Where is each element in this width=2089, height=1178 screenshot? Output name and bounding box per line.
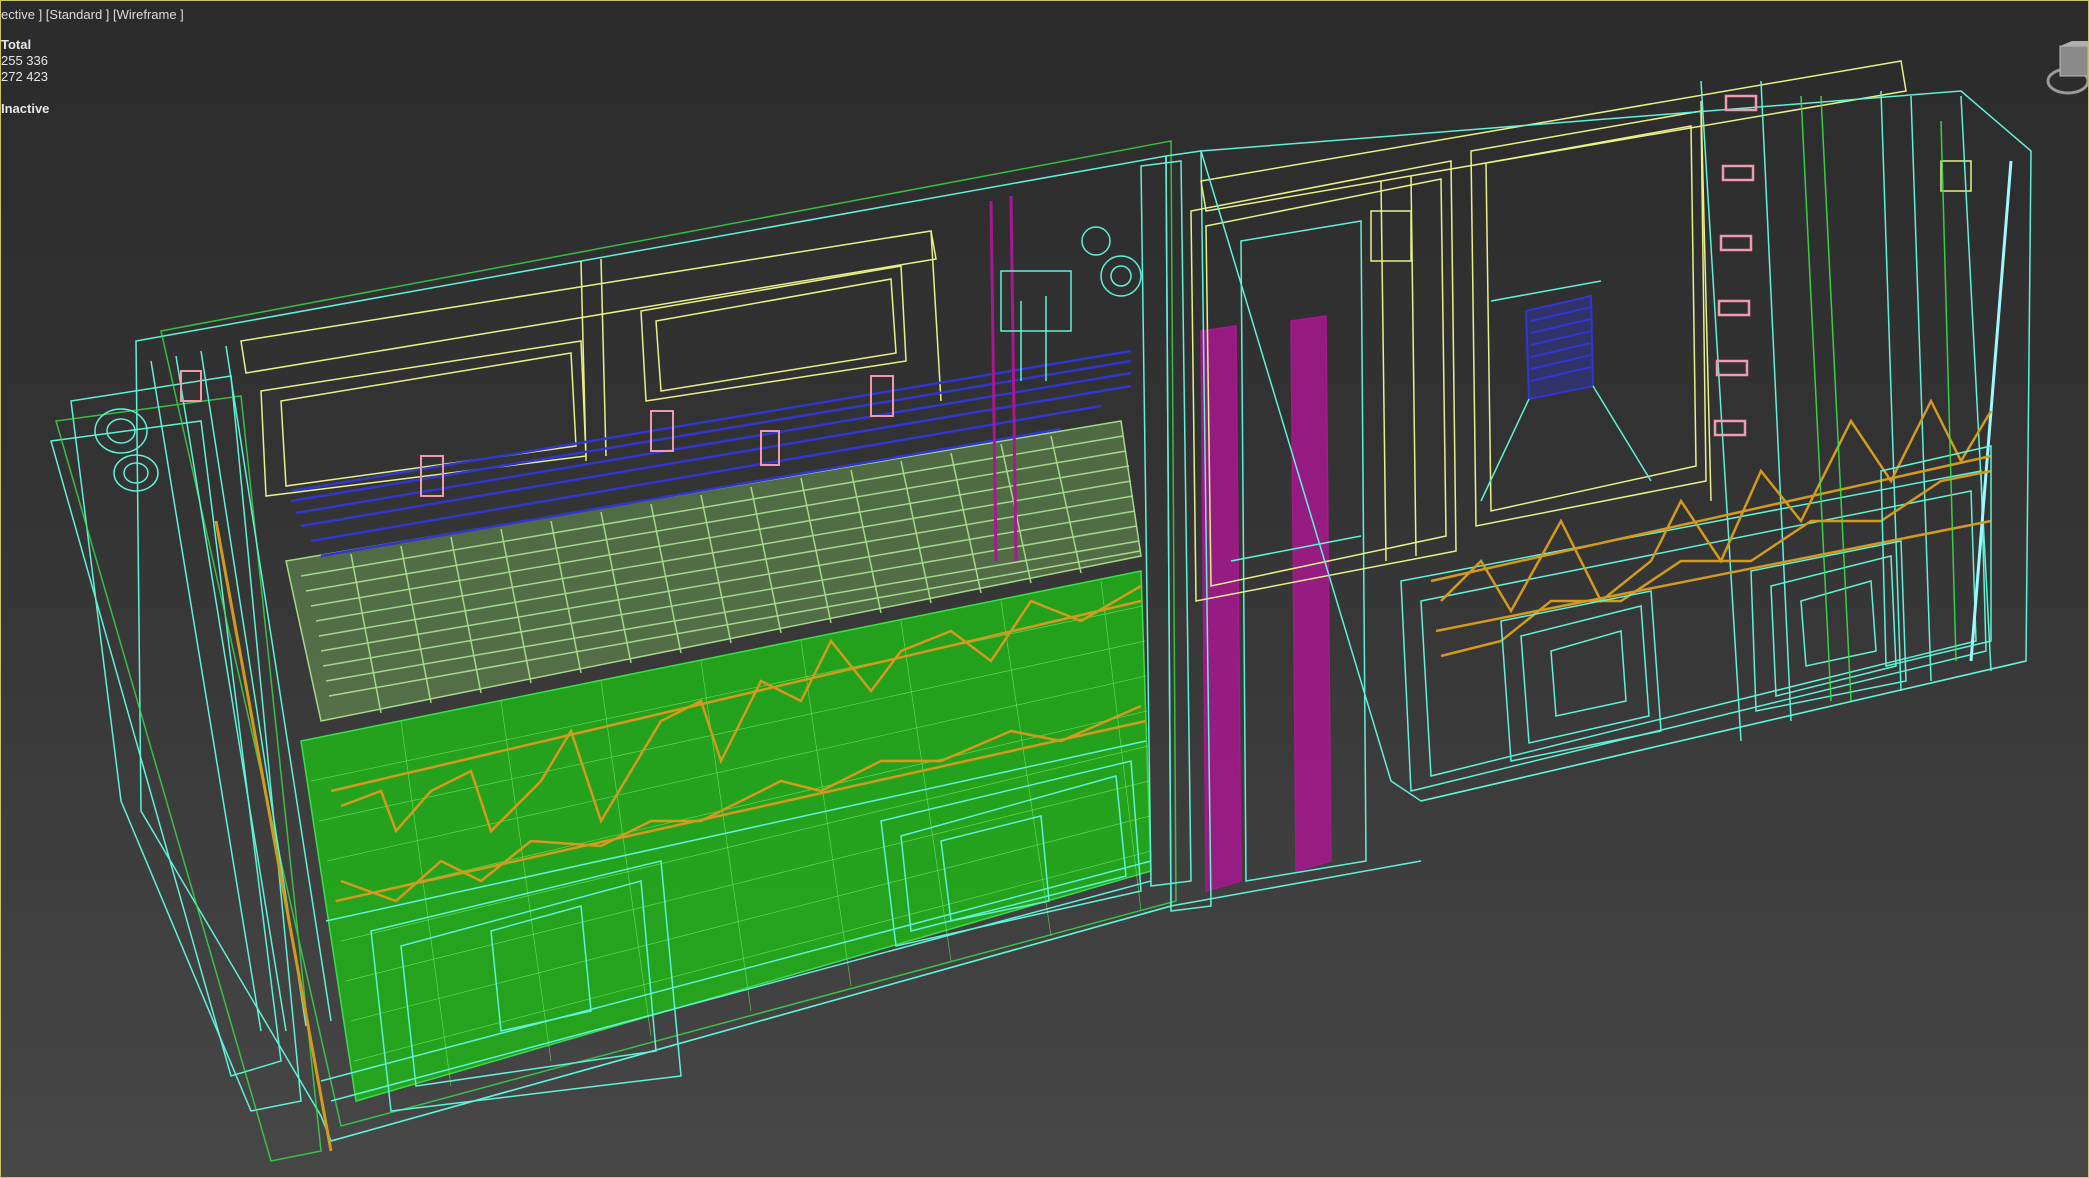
wireframe-model (50, 60, 2032, 1162)
perspective-viewport[interactable]: ective ] [Standard ] [Wireframe ] Total … (0, 0, 2089, 1178)
viewcube-icon[interactable] (2028, 41, 2088, 101)
blue-vent (1524, 294, 1595, 401)
